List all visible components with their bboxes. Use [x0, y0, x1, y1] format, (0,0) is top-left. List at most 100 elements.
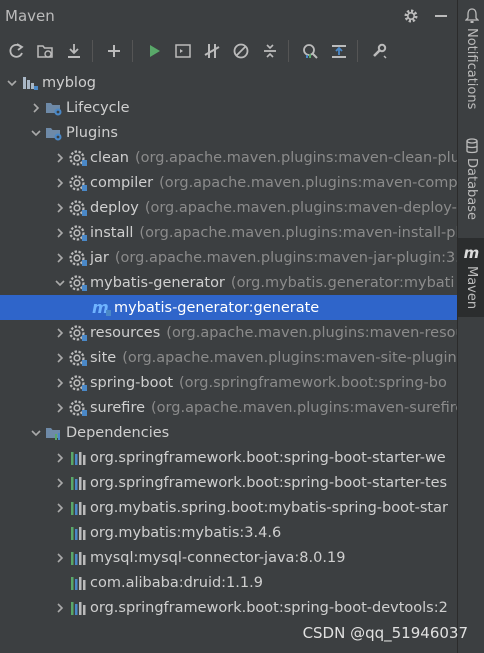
add-icon — [105, 42, 123, 60]
tree-row[interactable]: m mybatis-generator:generate — [0, 295, 457, 320]
tree-row[interactable]: site (org.apache.maven.plugins:maven-site… — [0, 345, 457, 370]
tree-row-label: compiler — [90, 174, 154, 191]
tree-row-label: jar — [90, 249, 109, 266]
chevron-right-icon[interactable] — [52, 550, 68, 566]
reload-button[interactable] — [3, 38, 29, 64]
right-tool-stripe: Notifications Database m Maven — [457, 0, 484, 653]
tree-row[interactable]: org.mybatis:mybatis:3.4.6 — [0, 520, 457, 545]
library-icon — [68, 599, 88, 617]
collapse-all-button[interactable] — [257, 38, 283, 64]
tree-row[interactable]: clean (org.apache.maven.plugins:maven-cle… — [0, 145, 457, 170]
plugin-icon — [68, 174, 88, 192]
chevron-right-icon[interactable] — [52, 600, 68, 616]
show-dependencies-button[interactable] — [297, 38, 323, 64]
maven-project-tree: myblog Lifecycle Plugins clean (org.apache.m… — [0, 70, 457, 620]
chevron-down-icon[interactable] — [4, 75, 20, 91]
gear-icon[interactable] — [401, 6, 421, 26]
bell-icon — [464, 8, 479, 23]
chevron-down-icon[interactable] — [52, 275, 68, 291]
tree-row-label: org.springframework.boot:spring-boot-sta… — [90, 474, 448, 491]
tree-row-label: resources — [90, 324, 161, 341]
toolbar-separator — [288, 40, 289, 62]
tree-row[interactable]: deploy (org.apache.maven.plugins:maven-de… — [0, 195, 457, 220]
tree-row[interactable]: Lifecycle — [0, 95, 457, 120]
tree-row-description: (org.apache.maven.plugins:maven-jar-plug… — [114, 249, 457, 266]
minimize-icon[interactable] — [431, 6, 451, 26]
collapse-all-icon — [261, 42, 279, 60]
tree-row[interactable]: jar (org.apache.maven.plugins:maven-jar-p… — [0, 245, 457, 270]
plugin-icon — [68, 349, 88, 367]
folder-deps-icon — [44, 424, 64, 442]
tree-row-description: (org.mybatis.generator:mybati — [230, 274, 455, 291]
chevron-right-icon[interactable] — [52, 400, 68, 416]
plugin-icon — [68, 149, 88, 167]
tree-row[interactable]: Dependencies — [0, 420, 457, 445]
tree-row[interactable]: org.springframework.boot:spring-boot-dev… — [0, 595, 457, 620]
tree-row[interactable]: compiler (org.apache.maven.plugins:maven-… — [0, 170, 457, 195]
tree-row[interactable]: surefire (org.apache.maven.plugins:maven-… — [0, 395, 457, 420]
chevron-right-icon[interactable] — [52, 325, 68, 341]
tab-label: Maven — [464, 266, 479, 310]
tree-row-label: mybatis-generator:generate — [114, 299, 320, 316]
chevron-right-icon[interactable] — [52, 375, 68, 391]
chevron-down-icon[interactable] — [28, 125, 44, 141]
tree-row[interactable]: org.mybatis.spring.boot:mybatis-spring-b… — [0, 495, 457, 520]
tree-row[interactable]: org.springframework.boot:spring-boot-sta… — [0, 445, 457, 470]
library-icon — [68, 449, 88, 467]
skip-tests-button[interactable] — [228, 38, 254, 64]
chevron-right-icon[interactable] — [52, 175, 68, 191]
chevron-right-icon[interactable] — [52, 250, 68, 266]
goal-icon: m — [92, 299, 112, 317]
toolbar-separator — [132, 40, 133, 62]
chevron-right-icon[interactable] — [52, 150, 68, 166]
tree-row[interactable]: mybatis-generator (org.mybatis.generator:… — [0, 270, 457, 295]
tree-row[interactable]: Plugins — [0, 120, 457, 145]
tree-row[interactable]: install (org.apache.maven.plugins:maven-i… — [0, 220, 457, 245]
tree-row-description: (org.apache.maven.plugins:maven-comp — [159, 174, 457, 191]
tree-row[interactable]: resources (org.apache.maven.plugins:maven… — [0, 320, 457, 345]
run-icon — [145, 42, 163, 60]
tab-maven[interactable]: m Maven — [458, 238, 484, 318]
tree-row[interactable]: spring-boot (org.springframework.boot:spr… — [0, 370, 457, 395]
maven-icon: m — [463, 244, 480, 262]
chevron-right-icon[interactable] — [52, 500, 68, 516]
tree-row-label: org.springframework.boot:spring-boot-sta… — [90, 449, 446, 466]
add-button[interactable] — [101, 38, 127, 64]
chevron-right-icon[interactable] — [52, 475, 68, 491]
run-button[interactable] — [141, 38, 167, 64]
chevron-right-icon[interactable] — [28, 100, 44, 116]
tree-row-label: Dependencies — [66, 424, 170, 441]
download-button[interactable] — [61, 38, 87, 64]
tree-row[interactable]: org.springframework.boot:spring-boot-sta… — [0, 470, 457, 495]
tree-row-label: org.mybatis:mybatis:3.4.6 — [90, 524, 282, 541]
tree-row-description: (org.apache.maven.plugins:maven-site-plu… — [122, 349, 457, 366]
generate-sources-icon — [36, 42, 54, 60]
tree-row[interactable]: myblog — [0, 70, 457, 95]
chevron-right-icon[interactable] — [52, 350, 68, 366]
chevron-right-icon[interactable] — [52, 225, 68, 241]
library-icon — [68, 474, 88, 492]
tree-row-label: clean — [90, 149, 129, 166]
execute-goal-button[interactable] — [170, 38, 196, 64]
watermark: CSDN @qq_51946037 — [302, 624, 468, 642]
toggle-offline-button[interactable] — [199, 38, 225, 64]
tree-row-label: surefire — [90, 399, 146, 416]
generate-sources-button[interactable] — [32, 38, 58, 64]
chevron-right-icon[interactable] — [52, 450, 68, 466]
tree-row-description: (org.apache.maven.plugins:maven-surefire — [151, 399, 457, 416]
analyze-dependencies-button[interactable] — [326, 38, 352, 64]
settings-wrench-button[interactable] — [366, 38, 392, 64]
folder-gear-icon — [44, 124, 64, 142]
tree-row-label: install — [90, 224, 134, 241]
chevron-down-icon[interactable] — [28, 425, 44, 441]
tree-row-label: org.springframework.boot:spring-boot-dev… — [90, 599, 448, 616]
tree-row[interactable]: mysql:mysql-connector-java:8.0.19 — [0, 545, 457, 570]
chevron-right-icon[interactable] — [52, 200, 68, 216]
tree-row[interactable]: com.alibaba:druid:1.1.9 — [0, 570, 457, 595]
settings-wrench-icon — [370, 42, 388, 60]
download-icon — [65, 42, 83, 60]
tab-notifications[interactable]: Notifications — [458, 8, 484, 109]
tab-database[interactable]: Database — [458, 138, 484, 220]
